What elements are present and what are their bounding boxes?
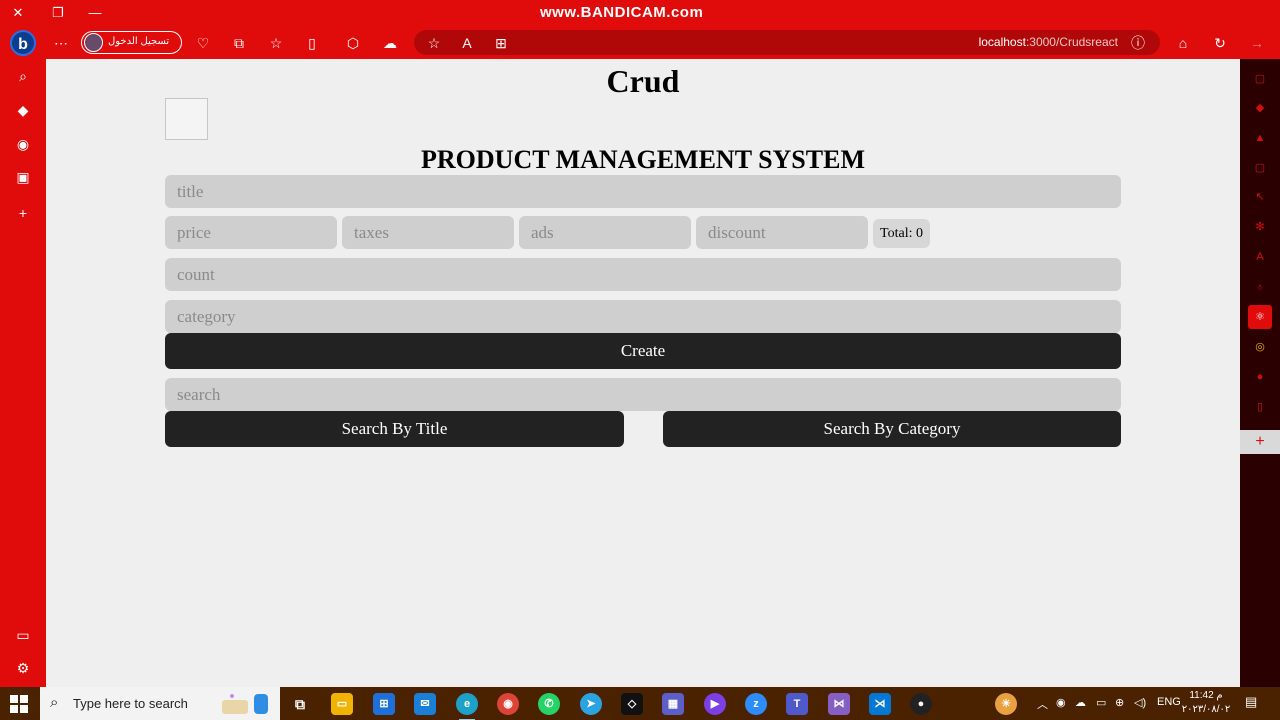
- profile-label: تسجيل الدخول: [108, 36, 170, 47]
- windows-start-icon[interactable]: [10, 695, 28, 713]
- magnifier-icon: ⌕: [50, 694, 59, 711]
- ads-input[interactable]: [519, 216, 691, 249]
- settings-gear-icon[interactable]: ⚙: [13, 658, 33, 678]
- file-explorer-icon[interactable]: ▭: [331, 693, 353, 715]
- browser-top-bar: ✕ ❐ — www.BANDICAM.com b ⋯ تسجيل الدخول …: [0, 0, 1280, 59]
- extension-gear-icon[interactable]: ✻: [1250, 217, 1270, 237]
- create-button[interactable]: Create: [165, 333, 1121, 369]
- url-text[interactable]: localhost:3000/Crudsreact: [979, 35, 1118, 49]
- page-content: Crud PRODUCT MANAGEMENT SYSTEM Total: 0 …: [46, 59, 1240, 687]
- outlook-icon[interactable]: ▣: [13, 167, 33, 187]
- extension-lock-icon[interactable]: ♁: [1250, 277, 1270, 297]
- restore-window-icon[interactable]: ❐: [48, 4, 68, 22]
- show-hidden-icons-icon[interactable]: ︿: [1037, 696, 1048, 712]
- task-view-icon[interactable]: ⧉: [289, 693, 311, 715]
- url-host: localhost: [978, 35, 1026, 49]
- notification-icon[interactable]: ▤: [1245, 694, 1257, 710]
- visual-studio-installer-icon[interactable]: ▶: [704, 693, 726, 715]
- bing-logo-icon[interactable]: b: [10, 30, 36, 56]
- page-title: Crud: [606, 63, 680, 99]
- close-window-icon[interactable]: ✕: [8, 4, 28, 22]
- tabs-icon[interactable]: ⧉: [229, 33, 249, 53]
- collections-icon[interactable]: ▯: [302, 33, 322, 53]
- taskbar-search-box[interactable]: ⌕ Type here to search: [40, 687, 280, 720]
- forward-arrow-icon[interactable]: →: [1247, 33, 1267, 53]
- visual-studio-icon[interactable]: ⋈: [828, 693, 850, 715]
- star-icon[interactable]: ☆: [424, 33, 444, 53]
- count-input[interactable]: [165, 258, 1121, 291]
- extension-cursor-icon[interactable]: ↖: [1250, 187, 1270, 207]
- shopping-tag-icon[interactable]: ◆: [13, 100, 33, 120]
- calculator-icon[interactable]: ▦: [662, 693, 684, 715]
- teams-icon[interactable]: T: [786, 693, 808, 715]
- heart-pulse-icon[interactable]: ♡: [193, 33, 213, 53]
- taskbar-search-placeholder: Type here to search: [73, 696, 188, 711]
- telegram-icon[interactable]: ➤: [580, 693, 602, 715]
- discount-input[interactable]: [696, 216, 868, 249]
- copilot-icon[interactable]: ◉: [13, 134, 33, 154]
- volume-icon[interactable]: ◁): [1134, 696, 1146, 709]
- vscode-icon[interactable]: ⋊: [869, 693, 891, 715]
- broken-image: [165, 98, 208, 140]
- total-display: Total: 0: [873, 219, 930, 248]
- bandicam-watermark: www.BANDICAM.com: [540, 4, 704, 21]
- sidebar-toggle-icon[interactable]: ▭: [13, 625, 33, 645]
- grid-icon[interactable]: ⊞: [491, 33, 511, 53]
- search-icon[interactable]: ⌕: [13, 66, 33, 86]
- read-aloud-icon[interactable]: A: [457, 33, 477, 53]
- extension-github-icon[interactable]: ●: [1250, 367, 1270, 387]
- zoom-icon[interactable]: z: [745, 693, 767, 715]
- minimize-window-icon[interactable]: —: [85, 4, 105, 22]
- chrome-icon[interactable]: ◉: [497, 693, 519, 715]
- category-input[interactable]: [165, 300, 1121, 333]
- more-options-icon[interactable]: ⋯: [51, 33, 71, 53]
- price-input[interactable]: [165, 216, 337, 249]
- taxes-input[interactable]: [342, 216, 514, 249]
- left-sidebar: ⌕ ◆ ◉ ▣ + ▭ ⚙: [0, 59, 46, 687]
- site-info-icon[interactable]: ⓘ: [1128, 33, 1148, 53]
- extension-chrome-icon[interactable]: ◎: [1250, 337, 1270, 357]
- edge-icon[interactable]: e: [456, 693, 478, 720]
- avatar: [84, 33, 103, 52]
- profile-button[interactable]: تسجيل الدخول: [81, 31, 182, 54]
- search-by-title-button[interactable]: Search By Title: [165, 411, 624, 447]
- extensions-icon[interactable]: ⬡: [343, 33, 363, 53]
- mail-icon[interactable]: ✉: [414, 693, 436, 715]
- address-bar[interactable]: ☆ A ⊞ localhost:3000/Crudsreact ⓘ: [414, 30, 1160, 55]
- search-by-category-button[interactable]: Search By Category: [663, 411, 1121, 447]
- cloud-tray-icon[interactable]: ☁: [1075, 696, 1086, 709]
- bandicam-record-icon[interactable]: ●: [910, 693, 932, 715]
- extension-font-icon[interactable]: A: [1250, 247, 1270, 267]
- add-icon[interactable]: +: [13, 203, 33, 223]
- extension-1-icon[interactable]: ▢: [1250, 69, 1270, 89]
- whatsapp-icon[interactable]: ✆: [538, 693, 560, 715]
- language-indicator[interactable]: ENG: [1157, 696, 1181, 708]
- weather-icon[interactable]: ☀: [995, 693, 1017, 715]
- extension-fire-icon[interactable]: ▲: [1250, 128, 1270, 148]
- clock-date: ٢٠٢٣/٠٨/٠٢: [1181, 704, 1231, 715]
- favorites-icon[interactable]: ☆: [266, 33, 286, 53]
- network-globe-icon[interactable]: ⊕: [1115, 696, 1124, 709]
- cloud-icon[interactable]: ☁: [380, 33, 400, 53]
- title-input[interactable]: [165, 175, 1121, 208]
- search-highlight-icon: [222, 694, 268, 714]
- right-extension-bar: ▢ ◆ ▲ ▢ ↖ ✻ A ♁ ⚛ ◎ ● ▯ +: [1240, 59, 1280, 687]
- search-input[interactable]: [165, 378, 1121, 411]
- store-icon[interactable]: ⊞: [373, 693, 395, 715]
- add-extension-icon[interactable]: +: [1240, 430, 1280, 454]
- windows-taskbar: ⌕ Type here to search ⧉ ▭ ⊞ ✉ e ◉ ✆ ➤ ◇ …: [0, 687, 1280, 720]
- record-tray-icon[interactable]: ◉: [1056, 696, 1066, 709]
- battery-icon[interactable]: ▭: [1096, 696, 1106, 709]
- refresh-icon[interactable]: ↻: [1210, 33, 1230, 53]
- clock-time: 11:42 م: [1189, 690, 1223, 701]
- page-heading: PRODUCT MANAGEMENT SYSTEM: [421, 145, 865, 174]
- extension-file-icon[interactable]: ▯: [1250, 397, 1270, 417]
- extension-git-icon[interactable]: ◆: [1250, 98, 1270, 118]
- url-path: :3000/Crudsreact: [1025, 35, 1118, 49]
- unity-icon[interactable]: ◇: [621, 693, 643, 715]
- extension-doc-icon[interactable]: ▢: [1250, 158, 1270, 178]
- taskbar-clock[interactable]: 11:42 م ٢٠٢٣/٠٨/٠٢: [1180, 689, 1232, 717]
- home-icon[interactable]: ⌂: [1173, 33, 1193, 53]
- extension-react-icon[interactable]: ⚛: [1248, 305, 1272, 329]
